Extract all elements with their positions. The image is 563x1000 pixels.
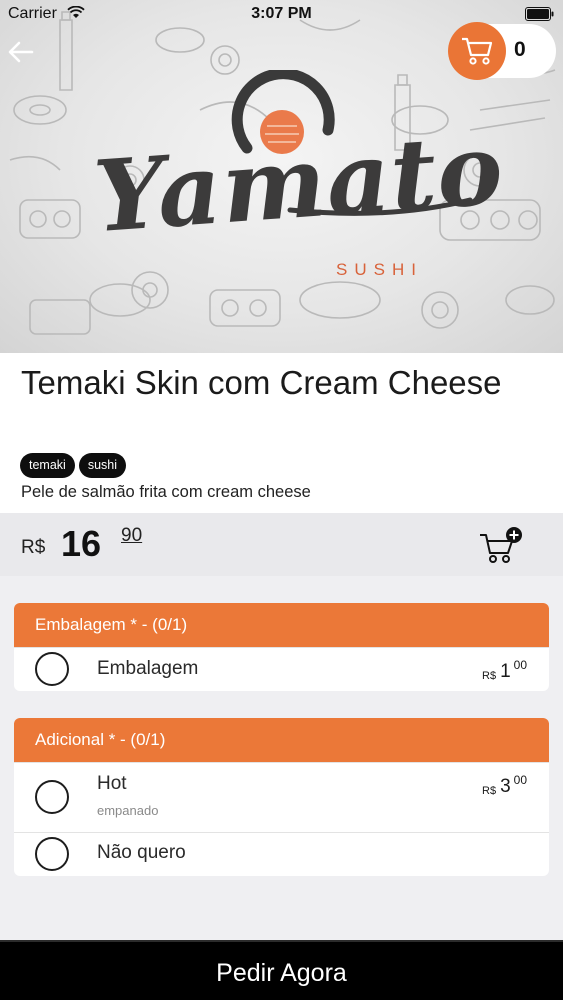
radio-button[interactable] — [35, 780, 69, 814]
price-integer: 16 — [61, 523, 102, 564]
order-now-button[interactable]: Pedir Agora — [0, 940, 563, 1000]
option-embalagem[interactable]: Embalagem R$ 1 00 — [14, 647, 549, 691]
radio-button[interactable] — [35, 652, 69, 686]
arrow-left-icon — [8, 41, 34, 63]
product-description: Pele de salmão frita com cream cheese — [21, 483, 311, 501]
restaurant-logo: Yamato SUSHI — [60, 70, 507, 285]
tag-temaki[interactable]: temaki — [20, 453, 75, 478]
option-name: Hot — [97, 773, 127, 794]
logo-subtitle: SUSHI — [336, 260, 423, 279]
option-nao-quero[interactable]: Não quero — [14, 832, 549, 876]
option-price-cents: 00 — [513, 773, 527, 787]
cart-icon — [462, 37, 493, 65]
option-price-currency: R$ — [482, 785, 497, 797]
radio-button[interactable] — [35, 837, 69, 871]
add-to-cart-button[interactable] — [478, 525, 526, 565]
product-title: Temaki Skin com Cream Cheese — [21, 364, 502, 401]
price-bar: R$ 16 90 — [0, 513, 563, 576]
back-button[interactable] — [6, 38, 36, 66]
cart-add-icon — [480, 527, 522, 563]
option-group-header: Embalagem * - (0/1) — [14, 603, 549, 647]
cart-count: 0 — [514, 38, 526, 61]
option-price-cents: 00 — [513, 658, 527, 672]
option-price-integer: 1 — [500, 661, 511, 682]
tag-sushi[interactable]: sushi — [78, 453, 127, 478]
product-info: Temaki Skin com Cream Cheese temaki sush… — [0, 353, 563, 513]
option-price: R$ 1 00 — [482, 658, 527, 683]
product-tags: temaki sushi — [20, 453, 127, 478]
option-subtitle: empanado — [97, 803, 159, 818]
option-name: Não quero — [97, 842, 186, 863]
option-group-embalagem: Embalagem * - (0/1) Embalagem R$ 1 00 — [14, 603, 549, 691]
hero-banner: Carrier 3:07 PM 0 Yamato SUSHI — [0, 0, 563, 353]
price-cents: 90 — [121, 525, 143, 546]
option-price: R$ 3 00 — [482, 773, 527, 798]
option-group-adicional: Adicional * - (0/1) Hot empanado R$ 3 00 N… — [14, 718, 549, 876]
option-group-header: Adicional * - (0/1) — [14, 718, 549, 762]
option-hot[interactable]: Hot empanado R$ 3 00 — [14, 762, 549, 832]
option-name: Embalagem — [97, 658, 199, 679]
option-price-currency: R$ — [482, 670, 497, 682]
price-currency: R$ — [21, 537, 46, 558]
status-time: 3:07 PM — [251, 5, 312, 22]
battery-icon — [525, 7, 554, 21]
option-price-integer: 3 — [500, 776, 511, 797]
